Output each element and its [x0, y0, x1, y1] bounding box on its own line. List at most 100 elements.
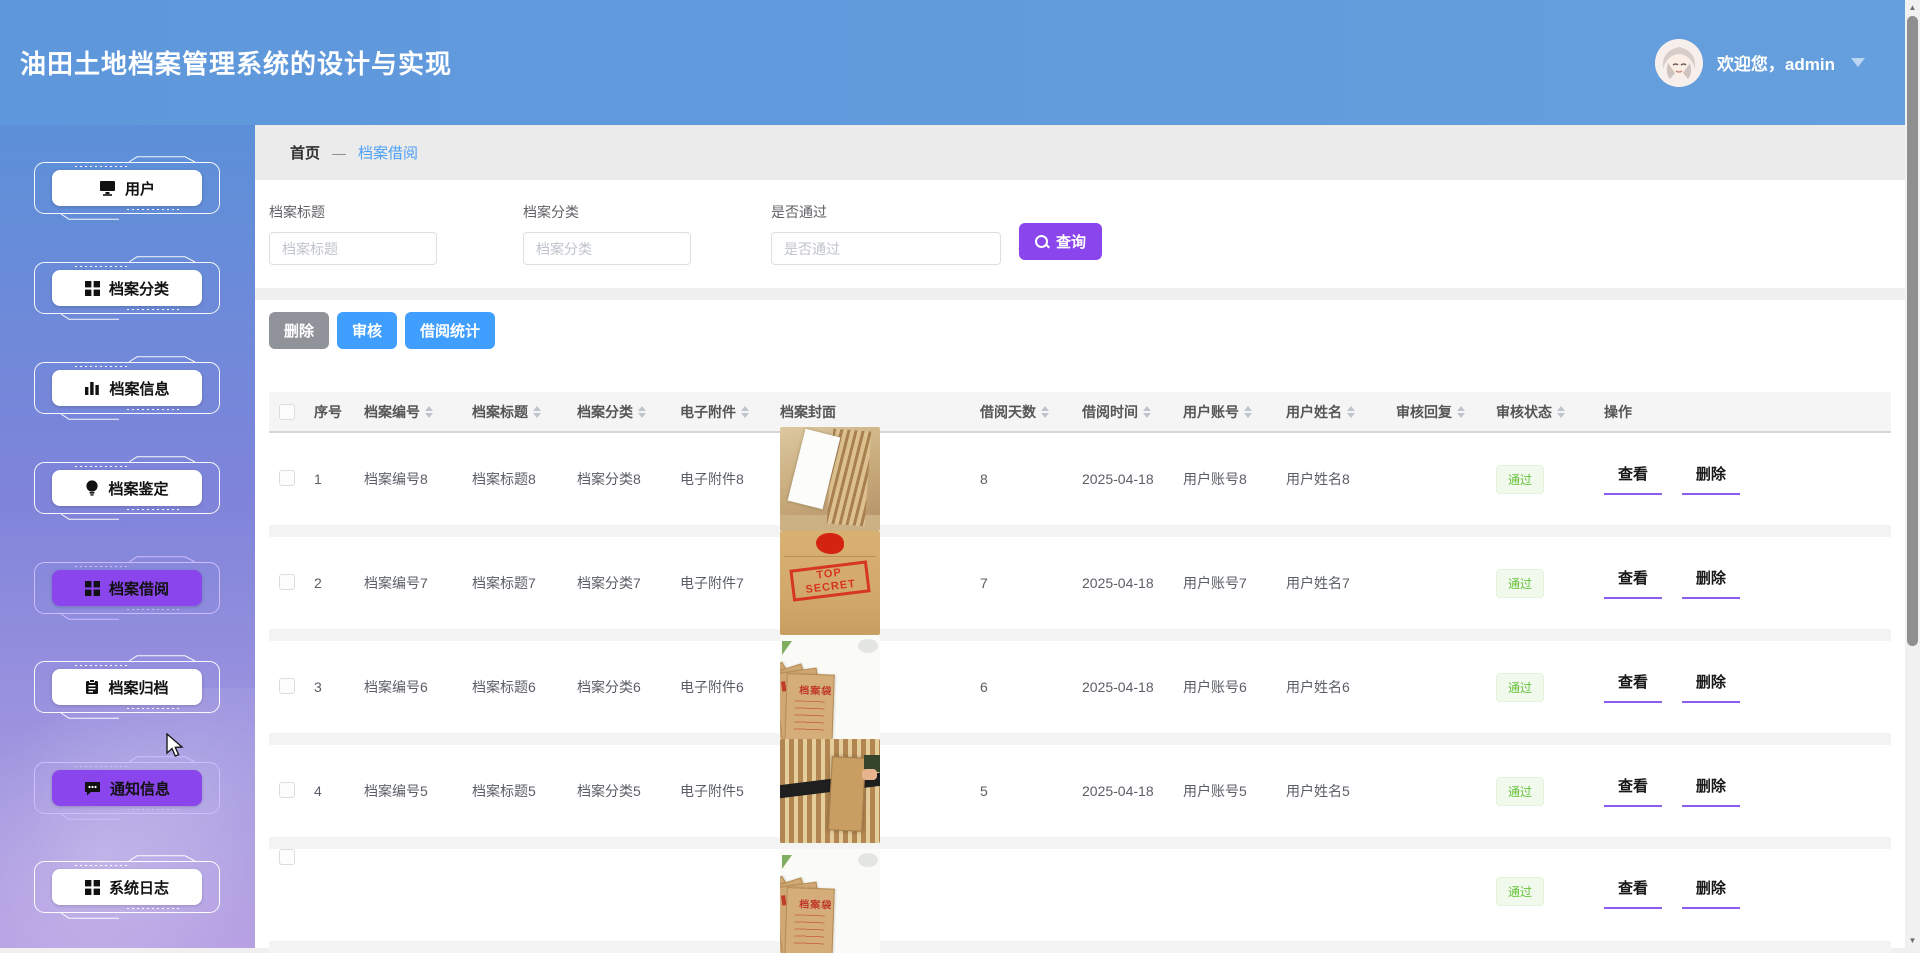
cell-archive-no: 档案编号5: [364, 781, 472, 801]
column-header[interactable]: 用户姓名: [1286, 402, 1396, 422]
cell-user-name: 用户姓名7: [1286, 573, 1396, 593]
cell-borrow-days: 7: [980, 575, 1082, 591]
pass-status-select[interactable]: [771, 232, 1001, 265]
cell-borrow-date: 2025-04-18: [1082, 471, 1183, 487]
table-body: 1 档案编号8 档案标题8 档案分类8 电子附件8 8 2025-04-18 用…: [269, 433, 1891, 953]
audit-button[interactable]: 审核: [337, 312, 397, 349]
cell-archive-title: 档案标题5: [472, 781, 577, 801]
column-header[interactable]: 档案编号: [364, 402, 472, 422]
archive-category-input[interactable]: [523, 232, 691, 265]
sidebar-item-3[interactable]: 档案信息: [33, 356, 221, 420]
row-delete-button[interactable]: 删除: [1682, 775, 1740, 807]
sidebar-item-6[interactable]: 档案归档: [33, 655, 221, 719]
cell-archive-no: 档案编号7: [364, 573, 472, 593]
delete-button[interactable]: 删除: [269, 312, 329, 349]
cell-user-account: 用户账号5: [1183, 781, 1286, 801]
cell-user-name: 用户姓名5: [1286, 781, 1396, 801]
grid-icon: [85, 281, 100, 296]
sidebar-item-8[interactable]: 系统日志: [33, 855, 221, 919]
sidebar: 用户 档案分类 档案信息: [0, 125, 255, 948]
cell-archive-no: 档案编号8: [364, 469, 472, 489]
row-delete-button[interactable]: 删除: [1682, 567, 1740, 599]
column-header[interactable]: 序号: [314, 402, 364, 422]
table-row: 2 档案编号7 档案标题7 档案分类7 电子附件7 TOPSECRET 7 20…: [269, 537, 1891, 641]
chat-icon: [84, 781, 101, 796]
view-button[interactable]: 查看: [1604, 775, 1662, 807]
row-delete-button[interactable]: 删除: [1682, 877, 1740, 909]
sort-caret-icon[interactable]: [741, 406, 749, 418]
cell-index: 2: [314, 575, 364, 591]
breadcrumb-current[interactable]: 档案借阅: [358, 142, 418, 163]
column-header[interactable]: 审核回复: [1396, 402, 1496, 422]
avatar[interactable]: [1655, 39, 1703, 87]
sort-caret-icon[interactable]: [1041, 406, 1049, 418]
grid-icon: [85, 880, 100, 895]
sort-caret-icon[interactable]: [1457, 406, 1465, 418]
chevron-down-icon[interactable]: [1851, 58, 1865, 67]
sidebar-item-1[interactable]: 用户: [33, 156, 221, 220]
row-delete-button[interactable]: 删除: [1682, 671, 1740, 703]
archive-cover-image[interactable]: [780, 739, 880, 843]
row-checkbox[interactable]: [279, 782, 295, 798]
sort-caret-icon[interactable]: [638, 406, 646, 418]
sort-caret-icon[interactable]: [1347, 406, 1355, 418]
archive-cover-image[interactable]: TOPSECRET: [780, 531, 880, 635]
row-checkbox[interactable]: [279, 849, 295, 865]
app-header: 油田土地档案管理系统的设计与实现 欢迎您，admin: [0, 0, 1905, 125]
breadcrumb-home[interactable]: 首页: [290, 142, 320, 163]
column-header[interactable]: 用户账号: [1183, 402, 1286, 422]
filter-label: 档案分类: [523, 202, 691, 222]
sort-caret-icon[interactable]: [425, 406, 433, 418]
main-content: 首页 — 档案借阅 档案标题 档案分类 是否通过 查询 删除 审核 借阅统计: [255, 125, 1905, 948]
status-badge: 通过: [1496, 673, 1544, 702]
column-header[interactable]: 审核状态: [1496, 402, 1604, 422]
sort-caret-icon[interactable]: [1557, 406, 1565, 418]
borrow-stats-button[interactable]: 借阅统计: [405, 312, 495, 349]
scroll-up-icon[interactable]: ▲: [1905, 0, 1920, 15]
sort-caret-icon[interactable]: [533, 406, 541, 418]
scrollbar-thumb[interactable]: [1907, 16, 1918, 646]
scroll-down-icon[interactable]: ▼: [1905, 933, 1920, 948]
view-button[interactable]: 查看: [1604, 567, 1662, 599]
sort-caret-icon[interactable]: [1143, 406, 1151, 418]
row-delete-button[interactable]: 删除: [1682, 463, 1740, 495]
filter-pass-status: 是否通过: [771, 202, 1001, 265]
sidebar-item-2[interactable]: 档案分类: [33, 256, 221, 320]
sidebar-item-7[interactable]: 通知信息: [33, 756, 221, 820]
row-checkbox[interactable]: [279, 470, 295, 486]
view-button[interactable]: 查看: [1604, 671, 1662, 703]
select-all-checkbox[interactable]: [279, 404, 295, 420]
archive-cover-image[interactable]: [780, 427, 880, 531]
cell-archive-title: 档案标题7: [472, 573, 577, 593]
column-header[interactable]: [269, 404, 314, 420]
page-scrollbar[interactable]: ▲ ▼: [1905, 0, 1920, 948]
sidebar-item-5[interactable]: 档案借阅: [33, 556, 221, 620]
column-header[interactable]: 档案封面: [780, 402, 980, 422]
column-header[interactable]: 档案分类: [577, 402, 680, 422]
view-button[interactable]: 查看: [1604, 463, 1662, 495]
search-button[interactable]: 查询: [1019, 223, 1102, 260]
column-header[interactable]: 档案标题: [472, 402, 577, 422]
column-header[interactable]: 电子附件: [680, 402, 780, 422]
view-button[interactable]: 查看: [1604, 877, 1662, 909]
user-menu[interactable]: 欢迎您，admin: [1655, 0, 1865, 125]
column-header[interactable]: 借阅天数: [980, 402, 1082, 422]
cell-actions: 查看 删除: [1604, 567, 1891, 599]
cell-user-account: 用户账号8: [1183, 469, 1286, 489]
archive-cover-image[interactable]: 档案袋: [780, 635, 880, 739]
table-row: 4 档案编号5 档案标题5 档案分类5 电子附件5 5 2025-04-18 用…: [269, 745, 1891, 849]
column-header[interactable]: 操作: [1604, 402, 1891, 422]
column-header[interactable]: 借阅时间: [1082, 402, 1183, 422]
status-badge: 通过: [1496, 877, 1544, 906]
cell-borrow-date: 2025-04-18: [1082, 575, 1183, 591]
bulb-icon: [85, 480, 99, 496]
filter-archive-category: 档案分类: [523, 202, 691, 265]
archive-cover-image[interactable]: 档案袋: [780, 849, 880, 953]
row-checkbox[interactable]: [279, 574, 295, 590]
row-checkbox[interactable]: [279, 678, 295, 694]
cell-actions: 查看 删除: [1604, 463, 1891, 495]
sidebar-item-4[interactable]: 档案鉴定: [33, 456, 221, 520]
sort-caret-icon[interactable]: [1244, 406, 1252, 418]
status-badge: 通过: [1496, 777, 1544, 806]
archive-title-input[interactable]: [269, 232, 437, 265]
